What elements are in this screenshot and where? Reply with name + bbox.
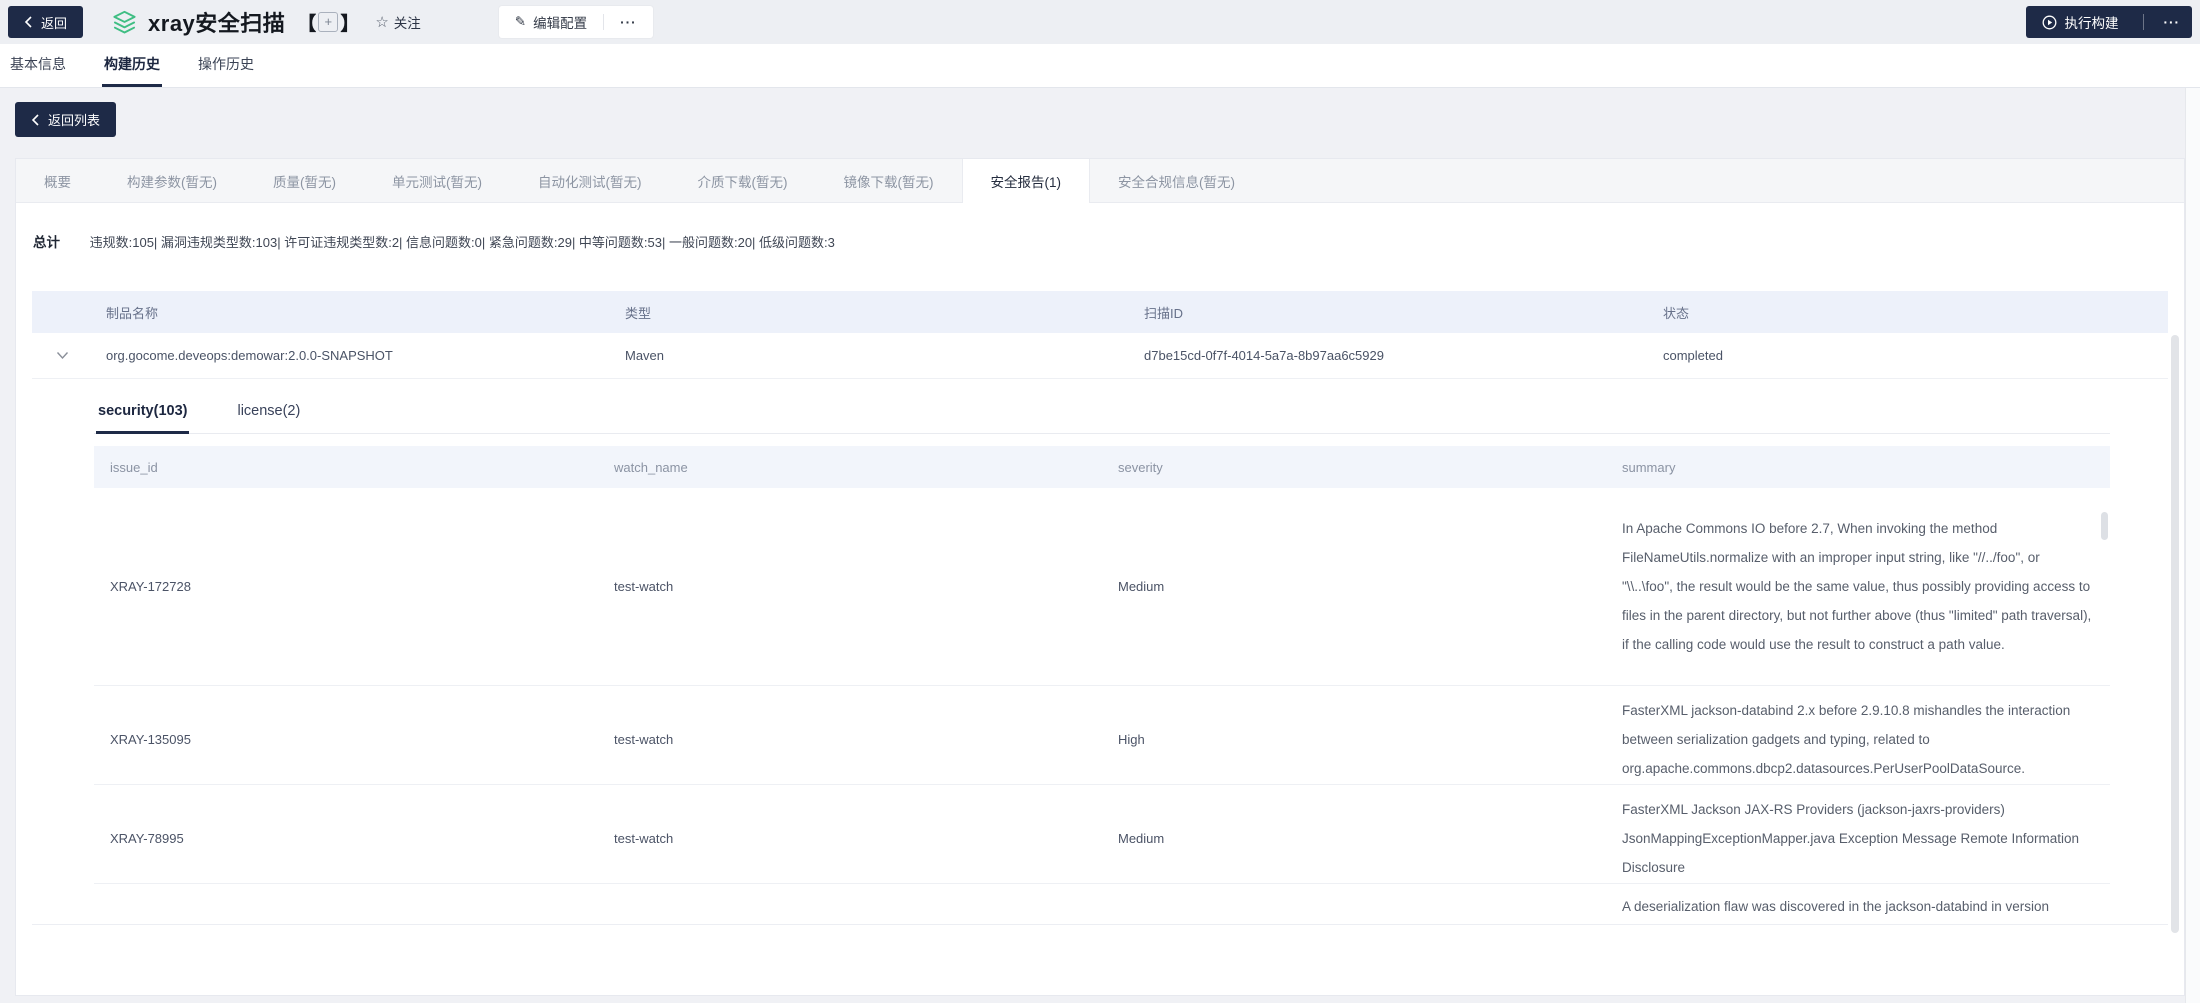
chevron-left-icon [31,114,40,126]
tab-image-download[interactable]: 镜像下载(暂无) [816,159,962,202]
table-row: org.gocome.deveops:demowar:2.0.0-SNAPSHO… [32,333,2168,379]
add-button[interactable]: + [318,12,338,32]
tab-security-compliance[interactable]: 安全合规信息(暂无) [1090,159,1263,202]
page-title: xray安全扫描 [148,6,285,38]
totals-label: 总计 [33,235,60,250]
pencil-icon: ✎ [515,14,526,30]
issue-id: XRAY-172728 [94,579,598,594]
issue-summary: In Apache Commons IO before 2.7, When in… [1606,504,2110,669]
run-build-button[interactable]: 执行构建 [2026,6,2135,38]
issue-summary: FasterXML Jackson JAX-RS Providers (jack… [1606,785,2110,884]
severity: High [1102,732,1606,747]
totals-summary: 总计 违规数:105| 漏洞违规类型数:103| 许可证违规类型数:2| 信息问… [16,203,2184,251]
build-detail-card: 概要 构建参数(暂无) 质量(暂无) 单元测试(暂无) 自动化测试(暂无) 介质… [15,158,2185,996]
star-icon: ☆ [375,13,388,31]
issue-row: A deserialization flaw was discovered in… [94,884,2110,924]
artifact-status: completed [1649,348,2168,363]
follow-label: 关注 [394,12,421,32]
artifact-table: 制品名称 类型 扫描ID 状态 org.gocome.deveops:demow… [32,291,2168,925]
issue-type-tabs: security(103) license(2) [94,393,2110,434]
tab-build-history[interactable]: 构建历史 [102,44,162,87]
tab-quality[interactable]: 质量(暂无) [245,159,364,202]
artifact-expanded-panel: security(103) license(2) issue_id watch_… [32,379,2168,925]
config-button-group: ✎ 编辑配置 ··· [499,6,653,38]
col-status: 状态 [1649,303,2168,322]
col-issue-id: issue_id [94,460,598,475]
issue-summary: A deserialization flaw was discovered in… [1606,884,2110,924]
bracket-left: 【 [297,9,316,36]
col-artifact-name: 制品名称 [92,303,611,322]
totals-text: 违规数:105| 漏洞违规类型数:103| 许可证违规类型数:2| 信息问题数:… [90,235,835,250]
run-build-more-button[interactable]: ··· [2152,6,2193,38]
tab-automation-test[interactable]: 自动化测试(暂无) [510,159,670,202]
issue-id: XRAY-78995 [94,831,598,846]
tab-unit-test[interactable]: 单元测试(暂无) [364,159,510,202]
back-button[interactable]: 返回 [8,6,83,38]
back-button-label: 返回 [41,13,67,32]
tab-media-download[interactable]: 介质下载(暂无) [670,159,816,202]
back-to-list-label: 返回列表 [48,110,100,129]
run-build-split-button: 执行构建 ··· [2026,6,2193,38]
layers-logo-icon [111,9,138,36]
back-to-list-button[interactable]: 返回列表 [15,102,116,137]
chevron-left-icon [24,16,33,28]
issue-id: XRAY-135095 [94,732,598,747]
issue-table-header: issue_id watch_name severity summary [94,446,2110,488]
watch-name: test-watch [598,579,1102,594]
content-area: 返回列表 概要 构建参数(暂无) 质量(暂无) 单元测试(暂无) 自动化测试(暂… [0,88,2200,996]
watch-name: test-watch [598,732,1102,747]
col-watch-name: watch_name [598,460,1102,475]
tab-basic-info[interactable]: 基本信息 [8,44,68,87]
watch-name: test-watch [598,831,1102,846]
tab-license-issues[interactable]: license(2) [235,393,302,434]
report-section-tabs: 概要 构建参数(暂无) 质量(暂无) 单元测试(暂无) 自动化测试(暂无) 介质… [16,159,2184,203]
issue-row: XRAY-172728 test-watch Medium In Apache … [94,488,2110,686]
app-header: 返回 xray安全扫描 【 + 】 ☆ 关注 ✎ 编辑配置 ··· [0,0,2200,44]
tab-overview[interactable]: 概要 [16,159,99,202]
follow-button[interactable]: ☆ 关注 [375,12,420,32]
play-circle-icon [2042,15,2057,30]
main-tabs: 基本信息 构建历史 操作历史 [0,44,2200,88]
header-more-button[interactable]: ··· [604,6,653,38]
tab-build-params[interactable]: 构建参数(暂无) [99,159,245,202]
run-build-label: 执行构建 [2065,12,2119,32]
tab-security-report[interactable]: 安全报告(1) [962,159,1091,203]
artifact-type: Maven [611,348,1130,363]
artifact-table-header: 制品名称 类型 扫描ID 状态 [32,291,2168,333]
col-scan-id: 扫描ID [1130,303,1649,322]
expand-row-icon[interactable] [32,351,92,360]
issue-row: XRAY-135095 test-watch High FasterXML ja… [94,686,2110,785]
bracket-right: 】 [340,9,359,36]
artifact-scan-id: d7be15cd-0f7f-4014-5a7a-8b97aa6c5929 [1130,348,1649,363]
issue-table-scrollbar-thumb[interactable] [2101,512,2108,540]
issue-summary: FasterXML jackson-databind 2.x before 2.… [1606,686,2110,785]
artifact-name: org.gocome.deveops:demowar:2.0.0-SNAPSHO… [92,348,611,363]
col-severity: severity [1102,460,1606,475]
issue-table: issue_id watch_name severity summary XRA… [94,446,2110,924]
tab-operation-history[interactable]: 操作历史 [196,44,256,87]
tab-security-issues[interactable]: security(103) [96,393,189,434]
severity: Medium [1102,831,1606,846]
edit-config-label: 编辑配置 [533,12,587,32]
issue-row: XRAY-78995 test-watch Medium FasterXML J… [94,785,2110,884]
divider [2143,14,2144,30]
card-scrollbar-thumb[interactable] [2171,335,2179,933]
page-scrollbar-track [2185,0,2200,1003]
col-type: 类型 [611,303,1130,322]
col-summary: summary [1606,460,2110,475]
severity: Medium [1102,579,1606,594]
edit-config-button[interactable]: ✎ 编辑配置 [499,6,603,38]
